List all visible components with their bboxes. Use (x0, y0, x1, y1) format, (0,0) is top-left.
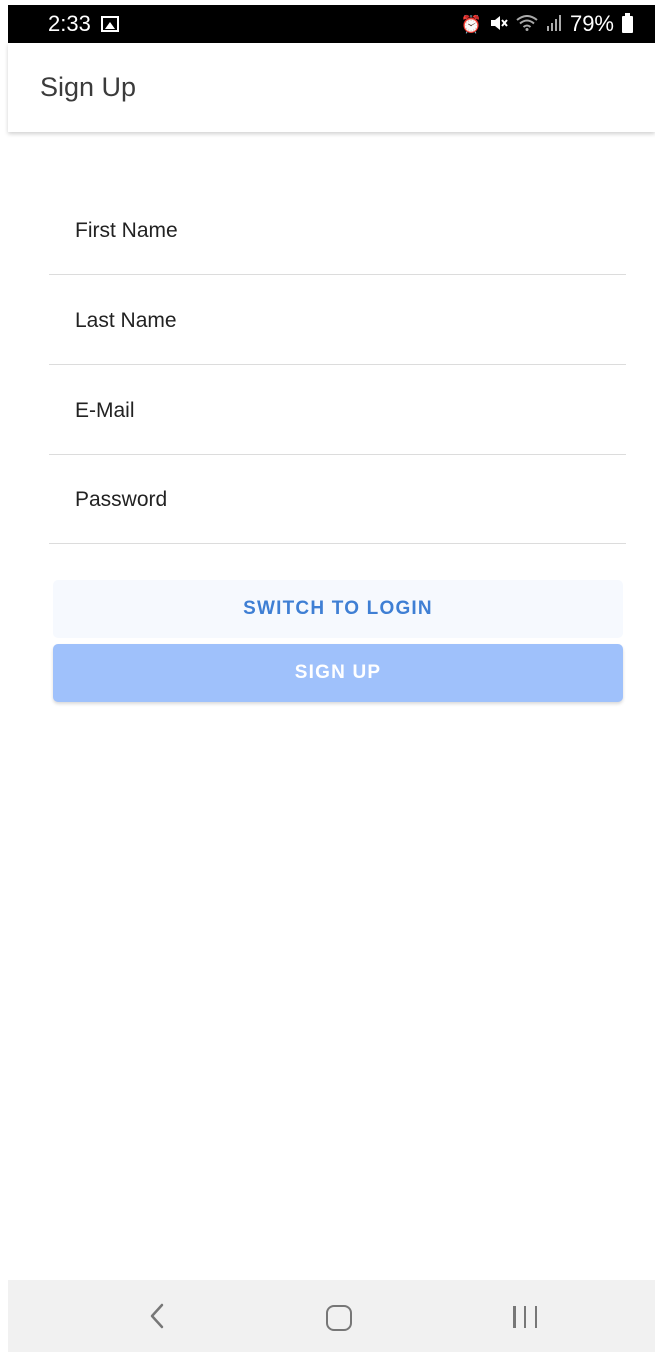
signal-icon (546, 14, 562, 34)
email-input[interactable] (75, 399, 595, 423)
alarm-icon: ⏰ (460, 14, 482, 34)
home-icon[interactable] (326, 1305, 352, 1331)
back-icon[interactable] (145, 1302, 169, 1330)
status-bar: 2:33 ⏰ 79% (8, 5, 655, 43)
password-input[interactable] (75, 488, 595, 512)
email-field (49, 365, 626, 455)
mute-icon (490, 15, 508, 34)
switch-to-login-button[interactable]: SWITCH TO LOGIN (53, 580, 623, 638)
battery-icon (622, 12, 633, 33)
screen: 2:33 ⏰ 79% Sign Up First Name Last Name … (0, 0, 655, 1352)
first-name-input[interactable] (75, 219, 595, 243)
battery-percent: 79% (569, 11, 614, 36)
page-title: Sign Up (40, 72, 137, 102)
system-nav-bar (8, 1280, 655, 1352)
wifi-icon (516, 14, 538, 34)
password-field (49, 454, 626, 544)
status-time: 2:33 (48, 11, 91, 36)
last-name-input[interactable] (75, 309, 595, 333)
sign-up-button[interactable]: SIGN UP (53, 644, 623, 702)
gallery-icon (100, 16, 119, 32)
first-name-field (49, 185, 626, 275)
recents-icon[interactable] (513, 1306, 537, 1328)
status-left: 2:33 (48, 11, 119, 37)
status-right: ⏰ 79% (461, 11, 633, 37)
app-bar: Sign Up (8, 43, 655, 132)
last-name-field (49, 275, 626, 365)
